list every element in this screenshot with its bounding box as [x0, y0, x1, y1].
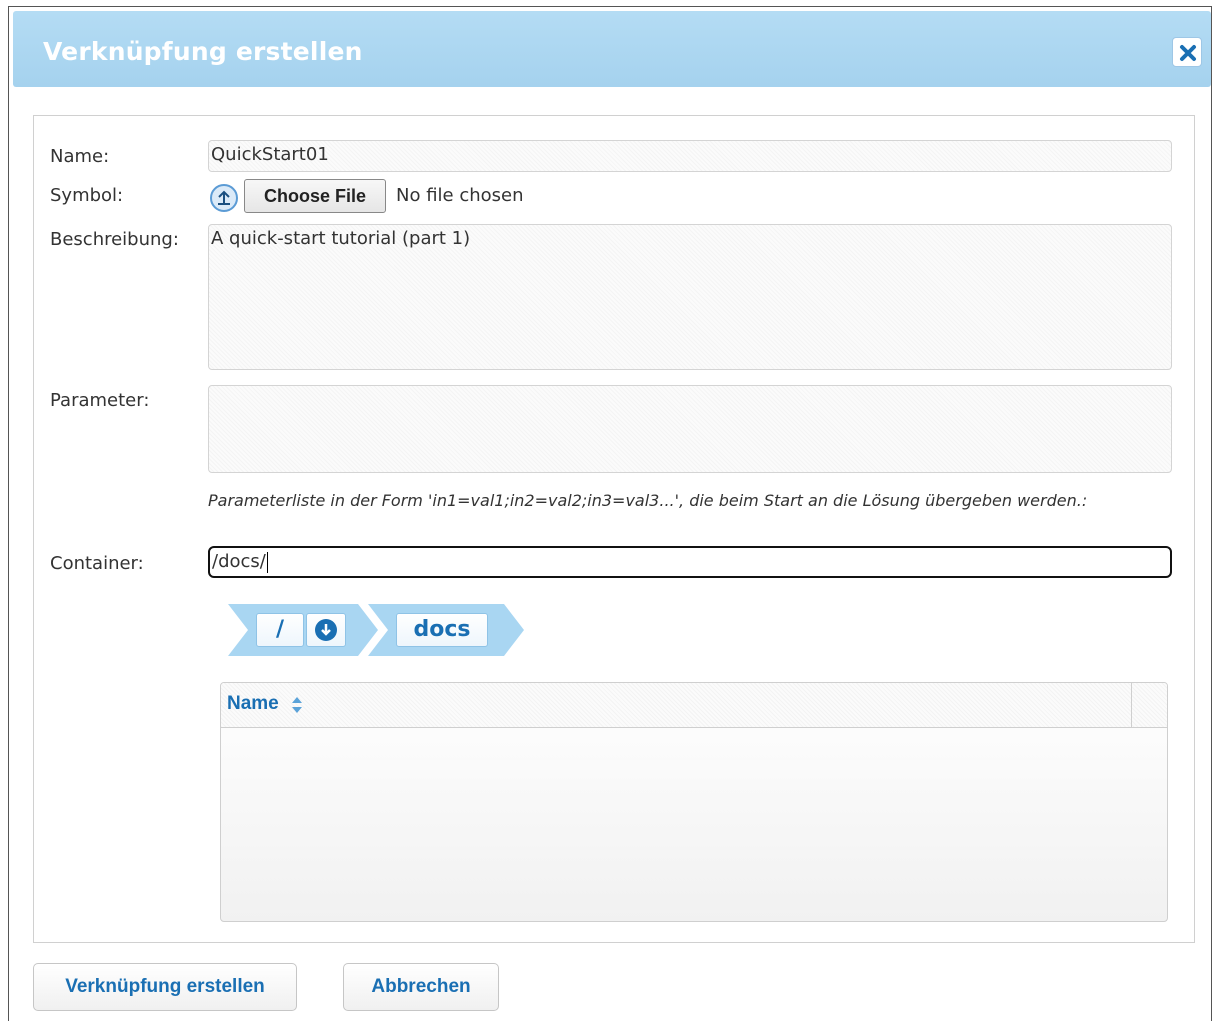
column-divider[interactable]	[1131, 683, 1132, 727]
container-label: Container:	[50, 553, 144, 574]
name-label: Name:	[50, 146, 110, 167]
description-textarea[interactable]: A quick-start tutorial (part 1)	[208, 224, 1172, 370]
cancel-button[interactable]: Abbrechen	[343, 963, 499, 1011]
parameter-textarea[interactable]	[208, 385, 1172, 473]
close-icon	[1180, 45, 1196, 61]
text-caret	[266, 551, 268, 573]
name-column-header[interactable]: Name	[227, 693, 279, 715]
container-value: /docs/	[212, 551, 266, 572]
form-panel: Name: QuickStart01 Symbol: Choose File N…	[33, 115, 1195, 943]
description-label: Beschreibung:	[50, 229, 179, 250]
dialog-titlebar: Verknüpfung erstellen	[13, 11, 1211, 87]
name-input[interactable]: QuickStart01	[208, 140, 1172, 172]
parameter-label: Parameter:	[50, 390, 150, 411]
sort-icon[interactable]	[291, 695, 303, 715]
parameter-hint: Parameterliste in der Form 'in1=val1;in2…	[208, 491, 1088, 510]
container-grid: Name	[220, 682, 1168, 922]
no-file-text: No file chosen	[396, 185, 524, 206]
breadcrumb-dropdown-button[interactable]	[306, 613, 346, 647]
close-button[interactable]	[1172, 37, 1202, 67]
create-shortcut-button[interactable]: Verknüpfung erstellen	[33, 963, 297, 1011]
breadcrumb-docs-button[interactable]: docs	[396, 613, 488, 647]
symbol-label: Symbol:	[50, 185, 124, 206]
upload-icon	[210, 184, 238, 212]
dialog-title: Verknüpfung erstellen	[43, 37, 363, 66]
create-shortcut-dialog: Verknüpfung erstellen Name: QuickStart01…	[8, 6, 1212, 1021]
grid-header: Name	[221, 683, 1167, 728]
choose-file-button[interactable]: Choose File	[244, 179, 386, 213]
container-input[interactable]: /docs/	[208, 546, 1172, 578]
breadcrumb-root-button[interactable]: /	[256, 613, 304, 647]
arrow-down-circle-icon	[315, 619, 337, 641]
